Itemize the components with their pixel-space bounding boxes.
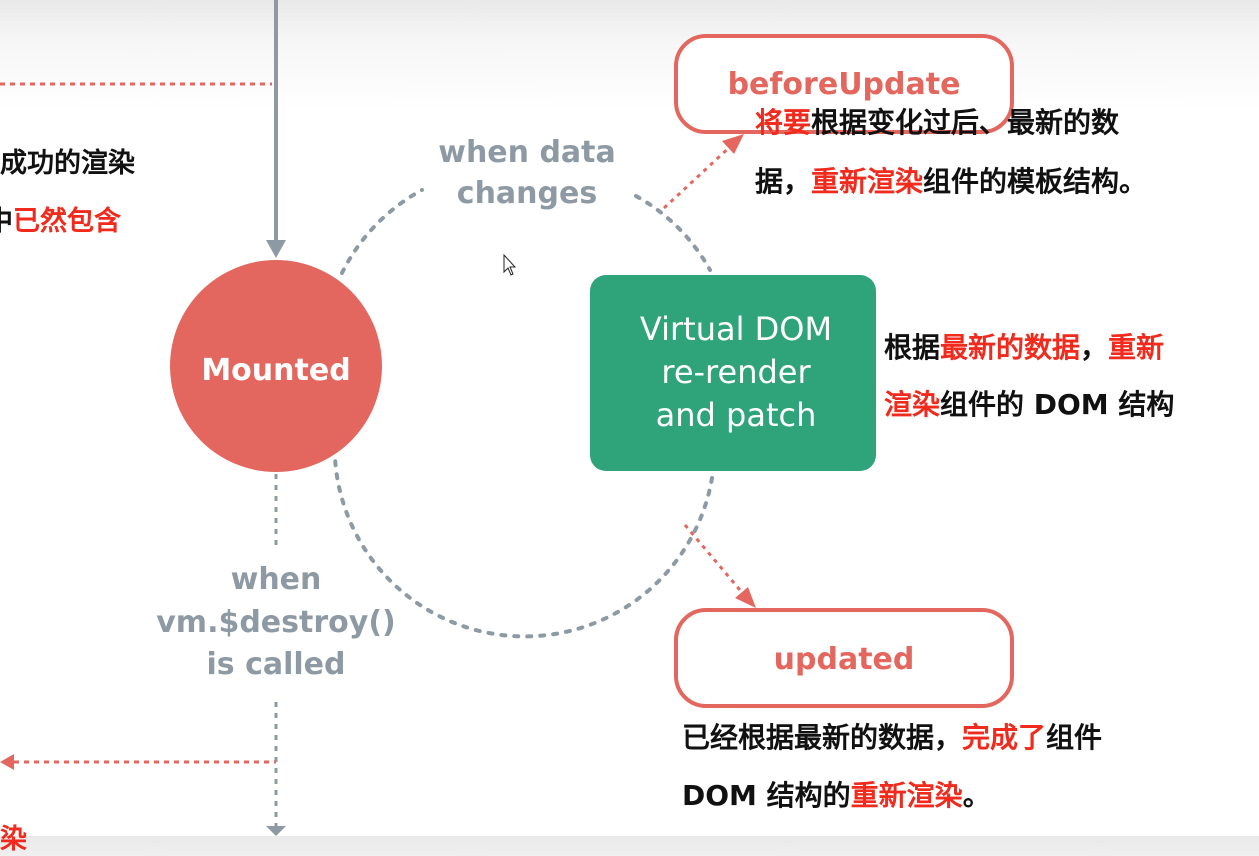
vdom-desc-black-2: 组件的 DOM 结构	[940, 388, 1175, 421]
before-update-desc-red-2: 重新渲染	[811, 165, 924, 198]
destroy-arrowhead	[266, 826, 286, 836]
to-updated-arrow-line	[683, 524, 747, 597]
when-destroy-line-2: vm.$destroy()	[156, 605, 396, 640]
before-update-desc-black-2a: 据，	[755, 165, 812, 198]
bottom-left-red-arrowhead	[0, 754, 14, 770]
left-partial-text-1: 成功的渲染	[0, 148, 135, 179]
updated-desc-line-1: 已经根据最新的数据，完成了组件	[682, 716, 1102, 756]
updated-desc-black-1a: 已经根据最新的数据，	[682, 721, 963, 754]
update-loop-arc-top-right	[634, 194, 712, 272]
before-update-desc-line-2: 据，重新渲染组件的模板结构。	[755, 160, 1147, 200]
vdom-desc-line-1: 根据最新的数据，重新	[884, 326, 1164, 366]
before-update-desc-black-2b: 组件的模板结构。	[923, 165, 1148, 198]
mount-entry-arrow	[266, 240, 286, 258]
vdom-desc-red-2: 渲染	[884, 388, 941, 421]
left-partial-text-2a: 中	[0, 206, 13, 237]
vdom-line-2: re-render	[661, 353, 811, 391]
mounted-label: Mounted	[201, 353, 350, 388]
when-data-changes-line-2: changes	[457, 176, 597, 211]
mouse-cursor-icon	[503, 253, 517, 276]
vdom-desc-black-1a: 根据	[884, 331, 941, 364]
before-update-desc-red-1: 将要	[755, 106, 812, 139]
updated-desc-line-2: DOM 结构的重新渲染。	[682, 774, 991, 814]
updated-desc-red-1: 完成了	[962, 721, 1047, 754]
when-destroy-line-3: is called	[207, 647, 346, 682]
updated-desc-black-2b: 。	[962, 779, 991, 812]
vdom-line-3: and patch	[656, 396, 817, 434]
before-update-desc-line-1: 将要根据变化过后、最新的数	[755, 101, 1119, 141]
update-loop-arc-top-left	[340, 188, 424, 275]
updated-label: updated	[774, 642, 915, 677]
left-partial-bottom: 染	[0, 817, 27, 856]
before-update-label: beforeUpdate	[728, 67, 961, 102]
vdom-line-1: Virtual DOM	[640, 310, 832, 348]
left-partial-bottom-char: 染	[0, 824, 27, 855]
to-before-update-arrow-line	[662, 142, 735, 210]
left-partial-text-2b: 已然包含	[13, 206, 121, 237]
vdom-desc-red-1b: 重新	[1108, 331, 1165, 364]
left-partial-line-2: 中已然包含	[0, 199, 121, 238]
updated-desc-red-2: 重新渲染	[850, 779, 963, 812]
left-partial-line-1: 成功的渲染	[0, 141, 135, 180]
vdom-desc-red-1: 最新的数据	[940, 331, 1081, 364]
when-data-changes-line-1: when data	[438, 135, 616, 170]
updated-desc-black-2a: DOM 结构的	[682, 779, 851, 812]
before-update-desc-black-1: 根据变化过后、最新的数	[811, 106, 1120, 139]
updated-desc-black-1b: 组件	[1046, 721, 1103, 754]
vdom-desc-line-2: 渲染组件的 DOM 结构	[884, 383, 1174, 423]
when-destroy-line-1: when	[231, 562, 322, 597]
vdom-desc-black-1b: ，	[1080, 331, 1109, 364]
